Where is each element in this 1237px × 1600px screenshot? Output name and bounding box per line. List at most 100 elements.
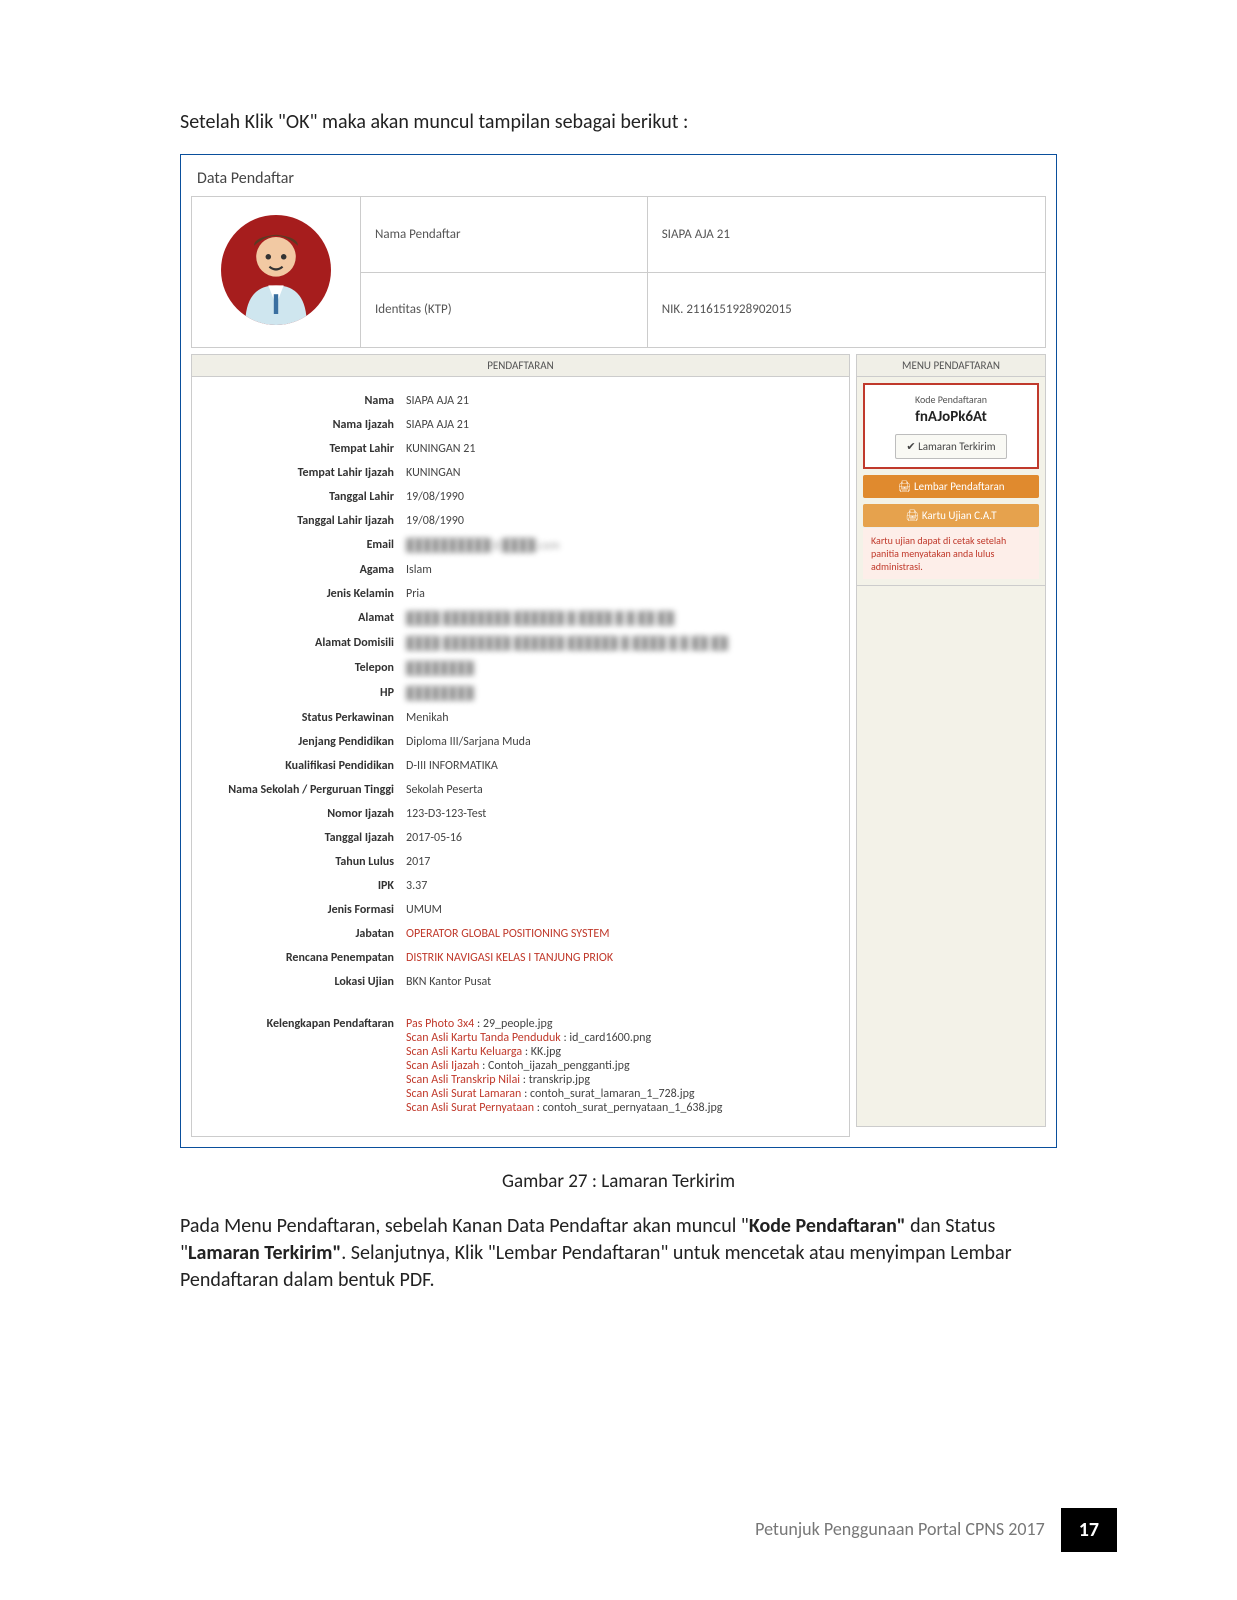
details-block: NamaSIAPA AJA 21 Nama IjazahSIAPA AJA 21…: [191, 377, 850, 1137]
lab-lokasi: Lokasi Ujian: [204, 975, 406, 989]
val-status-kawin: Menikah: [406, 711, 837, 725]
val-nama: SIAPA AJA 21: [406, 394, 837, 408]
lembar-pendaftaran-button[interactable]: 🖨 Lembar Pendaftaran: [863, 475, 1039, 498]
section-right-header: MENU PENDAFTARAN: [856, 354, 1046, 377]
val-tanggal-lahir-ijazah: 19/08/1990: [406, 514, 837, 528]
lab-kelamin: Jenis Kelamin: [204, 587, 406, 601]
val-tgl-ijazah: 2017-05-16: [406, 831, 837, 845]
kartu-ujian-button[interactable]: 🖨 Kartu Ujian C.A.T: [863, 504, 1039, 527]
lab-alamat: Alamat: [204, 611, 406, 625]
lab-tgl-ijazah: Tanggal Ijazah: [204, 831, 406, 845]
val-kualifikasi: D-III INFORMATIKA: [406, 759, 837, 773]
side-note: Kartu ujian dapat di cetak setelah panit…: [863, 527, 1039, 579]
document-page: Setelah Klik "OK" maka akan muncul tampi…: [0, 0, 1237, 1600]
val-telepon: ████████: [406, 661, 837, 676]
header-id-value: NIK. 2116151928902015: [647, 272, 1045, 348]
val-lokasi: BKN Kantor Pusat: [406, 975, 837, 989]
body-seg-1: Pada Menu Pendaftaran, sebelah Kanan Dat…: [180, 1214, 749, 1238]
status-pill: ✔ Lamaran Terkirim: [895, 434, 1006, 459]
val-jabatan: OPERATOR GLOBAL POSITIONING SYSTEM: [406, 927, 837, 941]
header-nama-label: Nama Pendaftar: [361, 197, 648, 273]
lab-sekolah: Nama Sekolah / Perguruan Tinggi: [204, 783, 406, 797]
body-bold-2: Lamaran Terkirim": [188, 1241, 341, 1265]
att3-l[interactable]: Scan Asli Kartu Keluarga: [406, 1045, 522, 1059]
att1-v: 29_people.jpg: [483, 1017, 553, 1031]
header-nama-value: SIAPA AJA 21: [647, 197, 1045, 273]
left-column: PENDAFTARAN NamaSIAPA AJA 21 Nama Ijazah…: [191, 354, 850, 1137]
lab-rencana: Rencana Penempatan: [204, 951, 406, 965]
lab-ipk: IPK: [204, 879, 406, 893]
body-paragraph: Pada Menu Pendaftaran, sebelah Kanan Dat…: [180, 1213, 1057, 1294]
btn1-label: Lembar Pendaftaran: [914, 480, 1005, 493]
val-email: ██████████@████.com: [406, 538, 837, 553]
val-jenjang: Diploma III/Sarjana Muda: [406, 735, 837, 749]
val-kelamin: Pria: [406, 587, 837, 601]
att7-l[interactable]: Scan Asli Surat Pernyataan: [406, 1101, 534, 1115]
lab-agama: Agama: [204, 563, 406, 577]
att5-v: transkrip.jpg: [529, 1073, 590, 1087]
lab-tanggal-lahir: Tanggal Lahir: [204, 490, 406, 504]
att4-l[interactable]: Scan Asli Ijazah: [406, 1059, 479, 1073]
val-tempat-lahir: KUNINGAN 21: [406, 442, 837, 456]
val-tempat-lahir-ijazah: KUNINGAN: [406, 466, 837, 480]
panel-title: Data Pendaftar: [191, 165, 1046, 192]
kode-value: fnAJoPk6At: [873, 408, 1029, 426]
section-left-header: PENDAFTARAN: [191, 354, 850, 377]
body-bold-1: Kode Pendaftaran": [749, 1214, 906, 1238]
val-nama-ijazah: SIAPA AJA 21: [406, 418, 837, 432]
att5-l[interactable]: Scan Asli Transkrip Nilai: [406, 1073, 520, 1087]
att7-v: contoh_surat_pernyataan_1_638.jpg: [543, 1101, 723, 1115]
val-rencana: DISTRIK NAVIGASI KELAS I TANJUNG PRIOK: [406, 951, 837, 965]
lab-nama-ijazah: Nama Ijazah: [204, 418, 406, 432]
att4-v: Contoh_ijazah_pengganti.jpg: [488, 1059, 630, 1073]
kode-box: Kode Pendaftaran fnAJoPk6At ✔ Lamaran Te…: [863, 383, 1039, 469]
right-column: MENU PENDAFTARAN Kode Pendaftaran fnAJoP…: [856, 354, 1046, 1137]
intro-text: Setelah Klik "OK" maka akan muncul tampi…: [180, 110, 1057, 134]
val-nomor-ijazah: 123-D3-123-Test: [406, 807, 837, 821]
lab-formasi: Jenis Formasi: [204, 903, 406, 917]
val-sekolah: Sekolah Peserta: [406, 783, 837, 797]
kode-label: Kode Pendaftaran: [873, 393, 1029, 406]
lab-email: Email: [204, 538, 406, 552]
val-formasi: UMUM: [406, 903, 837, 917]
check-icon: ✔: [906, 440, 915, 453]
lab-jabatan: Jabatan: [204, 927, 406, 941]
lab-domisili: Alamat Domisili: [204, 636, 406, 650]
lab-hp: HP: [204, 686, 406, 700]
print-icon: 🖨: [898, 480, 912, 493]
screenshot-panel: Data Pendaftar: [180, 154, 1057, 1148]
header-id-label: Identitas (KTP): [361, 272, 648, 348]
lab-nama: Nama: [204, 394, 406, 408]
footer-page-number: 17: [1061, 1508, 1117, 1552]
page-footer: Petunjuk Penggunaan Portal CPNS 2017 17: [739, 1508, 1117, 1552]
att3-v: KK.jpg: [531, 1045, 561, 1059]
lab-nomor-ijazah: Nomor Ijazah: [204, 807, 406, 821]
att1-l[interactable]: Pas Photo 3x4: [406, 1017, 474, 1031]
header-table: Nama Pendaftar SIAPA AJA 21 Identitas (K…: [191, 196, 1046, 348]
val-tanggal-lahir: 19/08/1990: [406, 490, 837, 504]
lab-status-kawin: Status Perkawinan: [204, 711, 406, 725]
val-lulus: 2017: [406, 855, 837, 869]
att6-l[interactable]: Scan Asli Surat Lamaran: [406, 1087, 521, 1101]
lab-tanggal-lahir-ijazah: Tanggal Lahir Ijazah: [204, 514, 406, 528]
val-ipk: 3.37: [406, 879, 837, 893]
lab-tempat-lahir: Tempat Lahir: [204, 442, 406, 456]
print-icon: 🖨: [905, 509, 919, 522]
figure-caption: Gambar 27 : Lamaran Terkirim: [180, 1170, 1057, 1193]
lab-jenjang: Jenjang Pendidikan: [204, 735, 406, 749]
avatar-icon: [221, 215, 331, 325]
lab-lulus: Tahun Lulus: [204, 855, 406, 869]
val-hp: ████████: [406, 686, 837, 701]
btn2-label: Kartu Ujian C.A.T: [922, 509, 997, 522]
att2-v: id_card1600.png: [569, 1031, 651, 1045]
lab-kualifikasi: Kualifikasi Pendidikan: [204, 759, 406, 773]
val-alamat: ████ ████████ ██████ █ ████ █ █ ██ ██: [406, 611, 837, 626]
val-domisili: ████ ████████ ██████ ██████ █ ████ █ █ █…: [406, 636, 837, 651]
avatar-cell: [192, 197, 361, 348]
val-agama: Islam: [406, 563, 837, 577]
att6-v: contoh_surat_lamaran_1_728.jpg: [530, 1087, 695, 1101]
footer-title: Petunjuk Penggunaan Portal CPNS 2017: [739, 1508, 1061, 1552]
side-fill: [856, 586, 1046, 1127]
attachments-list: Pas Photo 3x4 : 29_people.jpg Scan Asli …: [406, 1017, 837, 1115]
att2-l[interactable]: Scan Asli Kartu Tanda Penduduk: [406, 1031, 561, 1045]
